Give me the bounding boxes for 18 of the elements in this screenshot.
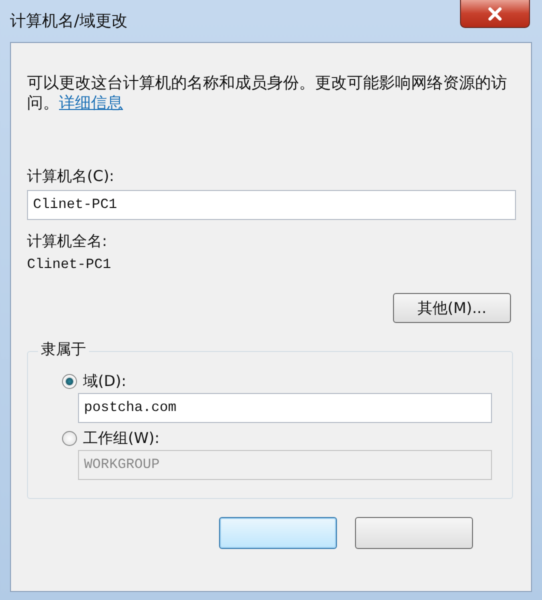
close-button[interactable]: [460, 0, 530, 28]
more-button[interactable]: 其他(M)...: [393, 293, 511, 323]
radio-button[interactable]: [62, 431, 77, 446]
radio-button[interactable]: [62, 374, 77, 389]
input-field[interactable]: postcha.com: [78, 393, 492, 423]
computer-name-field[interactable]: Clinet-PC1: [27, 190, 516, 220]
details-link[interactable]: 详细信息: [59, 93, 123, 112]
option-label: 域(D):: [83, 372, 126, 391]
full-name-label: 计算机全名:: [27, 232, 108, 251]
group-title: 隶属于: [38, 340, 89, 359]
close-icon: [487, 6, 503, 20]
full-name-value: Clinet-PC1: [27, 257, 112, 273]
computer-name-label: 计算机名(C):: [27, 167, 116, 186]
window-title: 计算机名/域更改: [10, 10, 128, 32]
dialog-button[interactable]: [219, 517, 337, 549]
option-label: 工作组(W):: [83, 429, 160, 448]
dialog-button[interactable]: [355, 517, 473, 549]
description-text: 可以更改这台计算机的名称和成员身份。更改可能影响网络资源的访问。详细信息: [27, 73, 507, 113]
